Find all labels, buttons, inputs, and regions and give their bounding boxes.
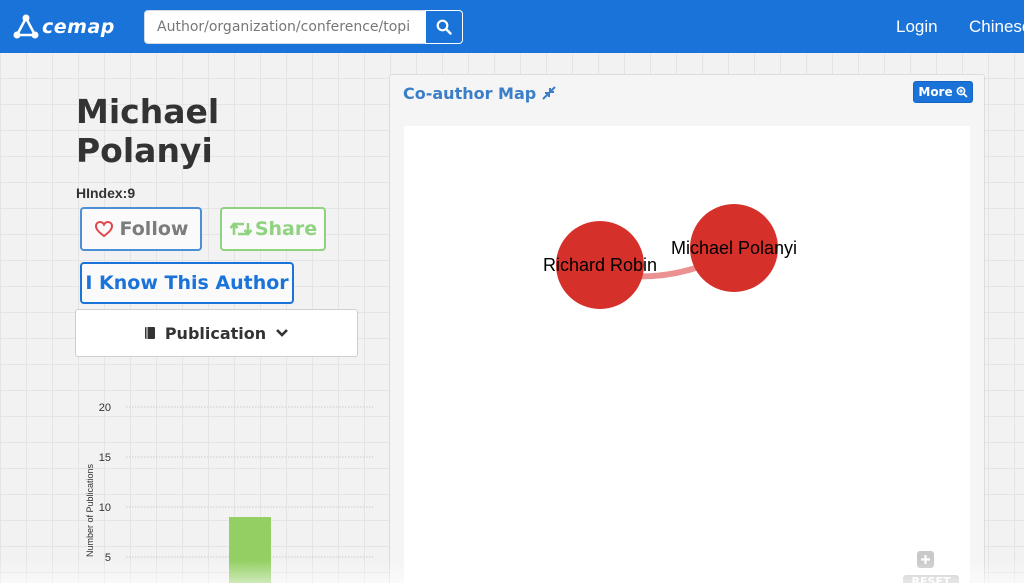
book-icon — [144, 327, 155, 339]
publication-label: Publication — [164, 323, 267, 343]
i-know-this-author-button[interactable]: I Know This Author — [80, 262, 294, 304]
chart-bar[interactable] — [229, 517, 271, 583]
more-label: More — [918, 85, 953, 99]
heart-icon — [94, 220, 113, 238]
chart-y-tick-label: 15 — [99, 452, 111, 464]
plus-icon — [921, 555, 930, 564]
coauthor-map-title: Co-author Map — [403, 84, 537, 103]
hindex-value: 9 — [127, 185, 136, 201]
chart-y-axis-label: Number of Publications — [85, 463, 95, 557]
more-button[interactable]: More — [913, 81, 973, 103]
share-label: Share — [254, 218, 318, 240]
zoom-in-button[interactable] — [917, 551, 934, 568]
chart-y-tick-label: 10 — [99, 502, 111, 514]
search-input[interactable] — [144, 10, 426, 44]
publication-dropdown[interactable]: Publication — [75, 309, 358, 357]
coauthor-node-label: Richard Robin — [543, 255, 657, 275]
compress-icon[interactable] — [540, 84, 558, 102]
logo-text: cemap — [42, 16, 115, 38]
follow-label: Follow — [119, 218, 189, 240]
logo[interactable]: cemap — [12, 12, 115, 42]
login-link[interactable]: Login — [896, 17, 938, 37]
coauthor-map-panel: Co-author Map More Richard Robin Michael… — [389, 74, 985, 583]
author-name: Michael Polanyi — [76, 92, 220, 170]
hindex: HIndex:9 — [76, 185, 135, 201]
follow-button[interactable]: Follow — [80, 207, 202, 251]
reset-button[interactable]: RESET — [903, 575, 959, 583]
top-navbar: cemap Login Chinese — [0, 0, 1024, 53]
coauthor-graph: Richard Robin Michael Polanyi — [543, 204, 797, 309]
coauthor-node-label: Michael Polanyi — [671, 238, 797, 258]
search-button[interactable] — [425, 10, 463, 44]
chart-y-tick-label: 20 — [99, 402, 111, 414]
zoom-in-icon — [956, 86, 968, 98]
coauthor-graph-canvas[interactable]: Richard Robin Michael Polanyi — [404, 126, 970, 583]
language-switch-link[interactable]: Chinese — [969, 17, 1024, 37]
hindex-label: HIndex: — [76, 185, 128, 201]
publication-chart: Number of Publications 20 15 10 5 — [85, 402, 374, 583]
logo-mark-icon — [13, 14, 39, 39]
search-icon — [436, 19, 452, 35]
chevron-down-icon — [276, 329, 289, 337]
i-know-this-author-label: I Know This Author — [85, 272, 289, 294]
chart-y-tick-label: 5 — [105, 552, 111, 564]
search-bar — [144, 10, 463, 44]
retweet-icon — [229, 222, 253, 236]
share-button[interactable]: Share — [220, 207, 326, 251]
